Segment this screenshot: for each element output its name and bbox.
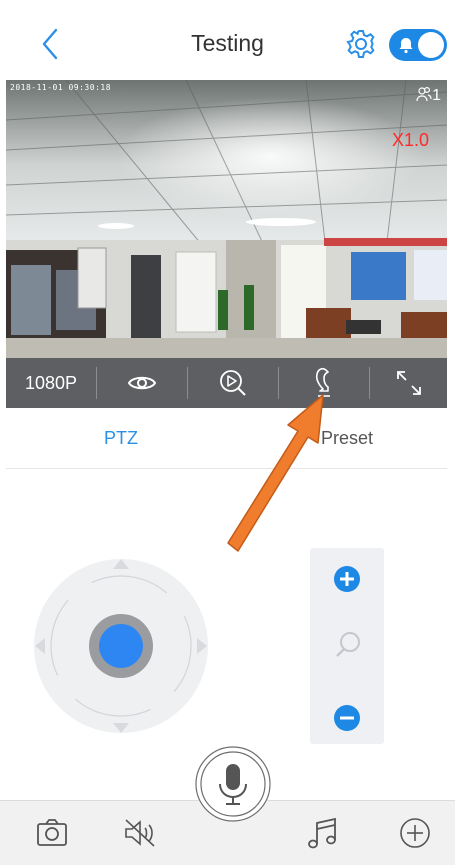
viewer-count: 1 [416, 86, 441, 105]
ptz-joystick[interactable] [33, 553, 209, 739]
users-icon [416, 86, 432, 102]
microphone-icon[interactable] [195, 746, 271, 822]
video-frame-image [6, 80, 447, 358]
mute-icon[interactable] [122, 816, 158, 850]
intercom-handset-icon [315, 367, 330, 397]
playback-button[interactable] [188, 358, 278, 408]
zoom-panel [310, 548, 384, 744]
music-icon[interactable] [306, 816, 340, 852]
zoom-level: X1.0 [391, 130, 429, 150]
magnifier-icon [336, 632, 360, 657]
fullscreen-button[interactable] [370, 358, 447, 408]
fullscreen-icon [396, 371, 421, 395]
bell-icon [399, 38, 413, 54]
resolution-button[interactable]: 1080P [6, 358, 96, 408]
tab-bar: PTZ Preset [6, 420, 447, 469]
gear-icon[interactable] [345, 28, 377, 60]
tab-preset[interactable]: Preset [321, 428, 373, 458]
playback-search-icon [220, 370, 246, 396]
add-icon[interactable] [398, 816, 432, 850]
viewer-count-value: 1 [432, 87, 441, 104]
annotation-arrow [227, 394, 324, 552]
view-mode-button[interactable] [97, 358, 187, 408]
eye-icon [127, 376, 157, 390]
tab-ptz[interactable]: PTZ [104, 428, 138, 458]
video-control-bar: 1080P [6, 358, 447, 408]
camera-video-feed[interactable]: 2018-11-01 09:30:18 1 X1.0 [6, 80, 447, 358]
page-title: Testing [191, 30, 264, 56]
zoom-in-icon[interactable] [334, 566, 360, 592]
zoom-out-icon[interactable] [334, 705, 360, 731]
alarm-toggle[interactable] [389, 29, 447, 61]
joystick-handle [99, 624, 143, 668]
resolution-label: 1080P [24, 372, 78, 393]
intercom-button[interactable] [279, 358, 369, 408]
camera-icon[interactable] [35, 816, 69, 850]
video-timestamp: 2018-11-01 09:30:18 [10, 83, 112, 92]
toggle-knob [418, 32, 444, 58]
